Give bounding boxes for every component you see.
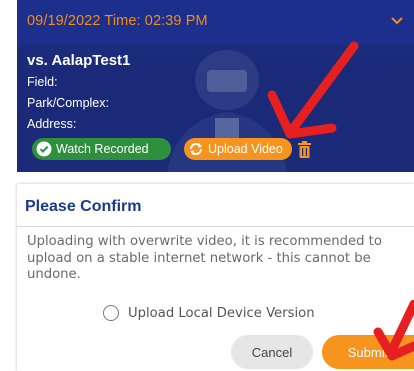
address-label: Address: (27, 117, 77, 131)
upload-video-label: Upload Video (208, 142, 283, 156)
upload-local-option[interactable]: Upload Local Device Version (103, 305, 315, 321)
dialog-message: Uploading with overwrite video, it is re… (27, 234, 382, 282)
submit-button[interactable]: Submit (322, 335, 414, 369)
field-label: Field: (27, 75, 58, 89)
radio-button[interactable] (103, 305, 119, 321)
watch-recorded-label: Watch Recorded (56, 142, 149, 156)
upload-video-button[interactable]: Upload Video (184, 138, 292, 160)
watch-recorded-button[interactable]: Watch Recorded (32, 138, 171, 160)
opponent-name: vs. AalapTest1 (27, 52, 131, 69)
game-datetime: 09/19/2022 Time: 02:39 PM (27, 13, 208, 29)
game-card: 09/19/2022 Time: 02:39 PM vs. AalapTest1… (17, 0, 414, 172)
chevron-down-icon[interactable] (390, 14, 404, 28)
upload-local-label: Upload Local Device Version (128, 305, 315, 321)
refresh-icon (190, 143, 202, 155)
trash-icon[interactable] (298, 141, 311, 158)
card-header[interactable]: 09/19/2022 Time: 02:39 PM (17, 0, 414, 44)
dialog-title: Please Confirm (25, 198, 142, 215)
confirm-dialog: Please Confirm Uploading with overwrite … (17, 184, 414, 371)
check-circle-icon (36, 141, 52, 157)
dialog-divider (17, 226, 414, 227)
park-label: Park/Complex: (27, 96, 109, 110)
cancel-button[interactable]: Cancel (231, 335, 313, 369)
